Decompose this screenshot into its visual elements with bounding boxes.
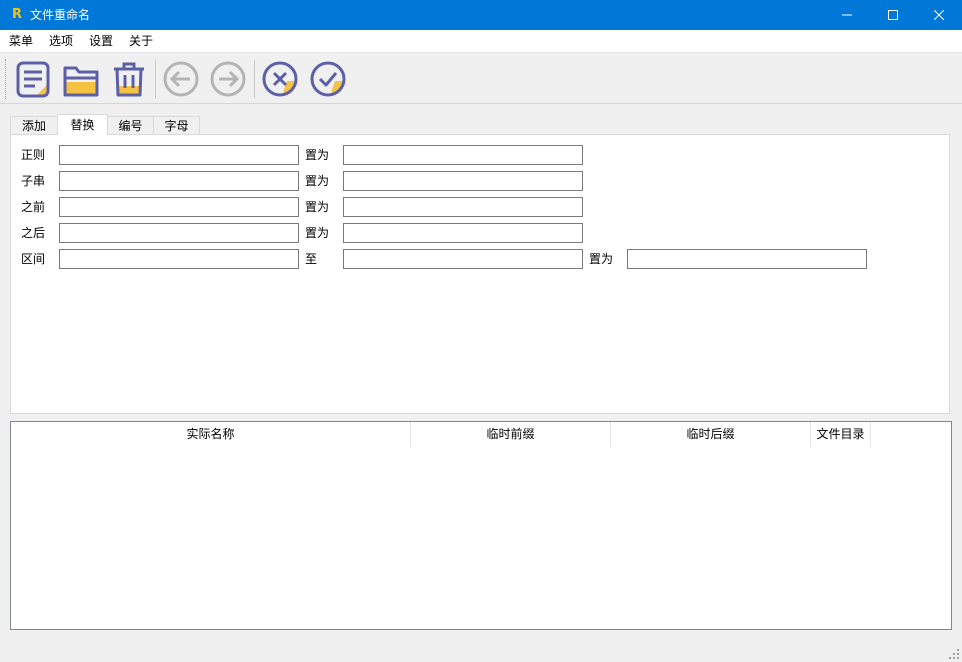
substring-replace-input[interactable] [343,171,583,191]
toolbar [0,54,962,104]
column-header-actual-name[interactable]: 实际名称 [11,422,411,447]
redo-button[interactable] [209,60,247,98]
menu-item-menu[interactable]: 菜单 [9,30,33,53]
minimize-button[interactable] [824,0,870,30]
range-to-label: 至 [305,252,318,266]
window-title: 文件重命名 [30,8,91,22]
column-header-file-directory[interactable]: 文件目录 [811,422,871,447]
range-start-input[interactable] [59,249,299,269]
close-button[interactable] [916,0,962,30]
substring-label: 子串 [21,174,46,188]
maximize-button[interactable] [870,0,916,30]
range-label: 区间 [21,252,46,266]
resize-grip-icon[interactable] [948,648,960,660]
regex-replace-input[interactable] [343,145,583,165]
before-input[interactable] [59,197,299,217]
regex-replace-label: 置为 [305,148,330,162]
trash-icon [114,62,144,97]
tab-add[interactable]: 添加 [10,116,58,135]
cancel-button[interactable] [261,60,299,98]
title-bar: R 文件重命名 [0,0,962,30]
substring-replace-label: 置为 [305,174,330,188]
regex-input[interactable] [59,145,299,165]
substring-input[interactable] [59,171,299,191]
column-header-temp-prefix[interactable]: 临时前缀 [411,422,611,447]
forward-icon [210,61,246,97]
close-icon [934,10,944,20]
menu-bar: 菜单 选项 设置 关于 [0,30,962,53]
column-header-temp-suffix[interactable]: 临时后缀 [611,422,811,447]
tab-number[interactable]: 编号 [107,116,154,135]
menu-item-settings[interactable]: 设置 [89,30,113,53]
undo-button[interactable] [162,60,200,98]
add-files-button[interactable] [14,60,52,98]
tab-replace[interactable]: 替换 [57,114,108,135]
back-icon [163,61,199,97]
menu-item-about[interactable]: 关于 [129,30,153,53]
before-replace-input[interactable] [343,197,583,217]
toolbar-separator [254,60,255,98]
cancel-icon [262,61,298,97]
toolbar-separator [155,60,156,98]
replace-panel: 正则 置为 子串 置为 之前 置为 之后 置为 区间 至 置为 [10,134,950,414]
after-input[interactable] [59,223,299,243]
menu-item-options[interactable]: 选项 [49,30,73,53]
confirm-button[interactable] [309,60,347,98]
folder-open-icon [63,66,99,97]
delete-button[interactable] [110,60,148,98]
confirm-icon [310,61,346,97]
minimize-icon [842,14,852,16]
after-replace-label: 置为 [305,226,330,240]
after-label: 之后 [21,226,46,240]
range-replace-label: 置为 [589,252,614,266]
app-icon: R [11,7,22,22]
status-bar [0,638,962,662]
maximize-icon [888,10,898,20]
file-list[interactable]: 实际名称 临时前缀 临时后缀 文件目录 [10,421,952,630]
toolbar-grip[interactable] [5,59,7,99]
before-replace-label: 置为 [305,200,330,214]
document-list-icon [16,61,50,98]
tab-letter[interactable]: 字母 [153,116,200,135]
before-label: 之前 [21,200,46,214]
range-end-input[interactable] [343,249,583,269]
regex-label: 正则 [21,148,46,162]
range-replace-input[interactable] [627,249,867,269]
add-folder-button[interactable] [62,60,100,98]
after-replace-input[interactable] [343,223,583,243]
